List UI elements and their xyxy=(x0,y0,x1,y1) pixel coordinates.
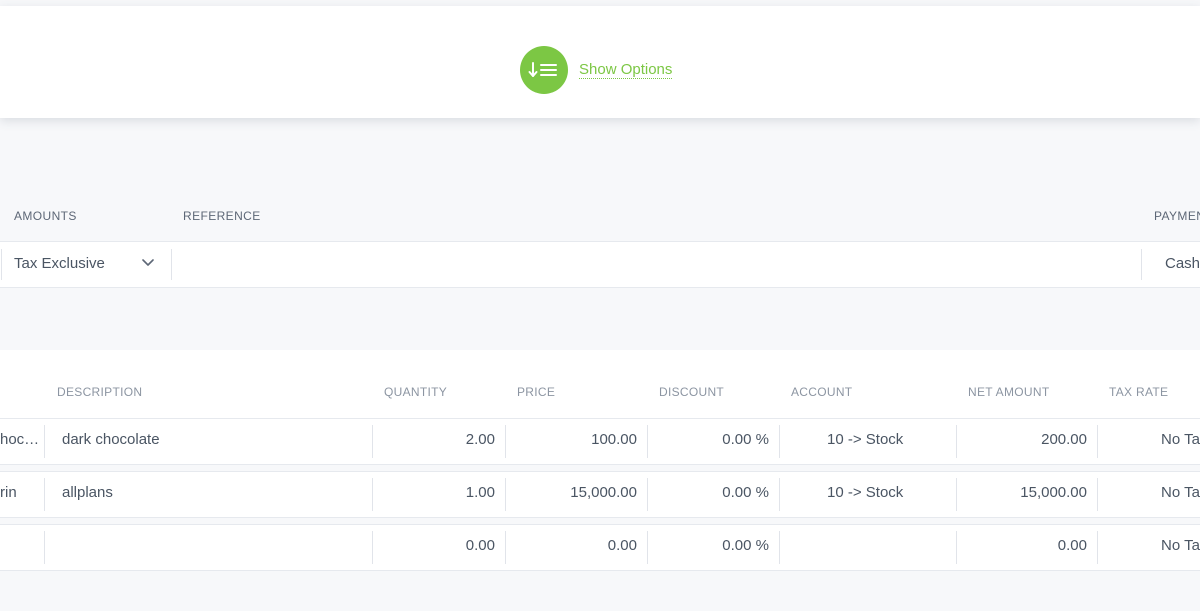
description-cell[interactable]: dark chocolate xyxy=(62,431,160,448)
cell-divider xyxy=(44,478,45,511)
price-cell[interactable]: 0.00 xyxy=(506,537,637,554)
col-discount: DISCOUNT xyxy=(659,385,725,399)
col-tax-rate: TAX RATE xyxy=(1109,385,1169,399)
cell-divider xyxy=(1097,425,1098,458)
cell-divider xyxy=(779,531,780,564)
amounts-label: AMOUNTS xyxy=(14,209,77,223)
show-options-button[interactable]: Show Options xyxy=(520,46,673,94)
amounts-select[interactable]: Tax Exclusive xyxy=(2,242,171,287)
col-description: DESCRIPTION xyxy=(57,385,143,399)
table-row: hoc… dark chocolate 2.00 100.00 0.00 % 1… xyxy=(0,418,1200,465)
payment-label: PAYMEN xyxy=(1154,209,1200,223)
quantity-cell[interactable]: 2.00 xyxy=(373,431,495,448)
item-cell[interactable]: hoc… xyxy=(0,431,39,448)
options-card: Show Options xyxy=(0,6,1200,118)
reference-input[interactable] xyxy=(172,242,1140,287)
quantity-cell[interactable]: 0.00 xyxy=(373,537,495,554)
discount-cell[interactable]: 0.00 % xyxy=(648,484,769,501)
reference-label: REFERENCE xyxy=(183,209,261,223)
description-cell[interactable]: allplans xyxy=(62,484,113,501)
cell-divider xyxy=(779,425,780,458)
line-items-header xyxy=(0,350,1200,418)
cell-divider xyxy=(779,478,780,511)
show-options-circle[interactable] xyxy=(520,46,568,94)
price-cell[interactable]: 15,000.00 xyxy=(506,484,637,501)
amounts-select-value: Tax Exclusive xyxy=(14,255,105,272)
col-account: ACCOUNT xyxy=(791,385,853,399)
field-divider xyxy=(1141,249,1142,280)
table-row: rin allplans 1.00 15,000.00 0.00 % 10 ->… xyxy=(0,471,1200,518)
item-cell[interactable]: rin xyxy=(0,484,17,501)
cell-divider xyxy=(1097,478,1098,511)
sort-list-icon xyxy=(528,62,557,77)
discount-cell[interactable]: 0.00 % xyxy=(648,537,769,554)
discount-cell[interactable]: 0.00 % xyxy=(648,431,769,448)
chevron-down-icon xyxy=(142,259,154,266)
net-amount-cell: 0.00 xyxy=(1057,537,1087,554)
col-net-amount: NET AMOUNT xyxy=(968,385,1050,399)
cell-divider xyxy=(44,425,45,458)
col-price: PRICE xyxy=(517,385,556,399)
net-amount-cell: 200.00 xyxy=(1041,431,1087,448)
tax-rate-cell[interactable]: No Ta xyxy=(1161,537,1200,554)
account-cell[interactable]: 10 -> Stock xyxy=(827,431,903,448)
net-amount-cell: 15,000.00 xyxy=(1020,484,1087,501)
cell-divider xyxy=(1097,531,1098,564)
cell-divider xyxy=(44,531,45,564)
quantity-cell[interactable]: 1.00 xyxy=(373,484,495,501)
account-cell[interactable]: 10 -> Stock xyxy=(827,484,903,501)
tax-rate-cell[interactable]: No Ta xyxy=(1161,484,1200,501)
col-quantity: QUANTITY xyxy=(384,385,448,399)
header-fields-row: Tax Exclusive Cash xyxy=(0,241,1200,288)
show-options-label[interactable]: Show Options xyxy=(579,61,673,79)
tax-rate-cell[interactable]: No Ta xyxy=(1161,431,1200,448)
table-row: 0.00 0.00 0.00 % 0.00 No Ta xyxy=(0,524,1200,571)
price-cell[interactable]: 100.00 xyxy=(506,431,637,448)
payment-select-value[interactable]: Cash xyxy=(1165,255,1200,272)
